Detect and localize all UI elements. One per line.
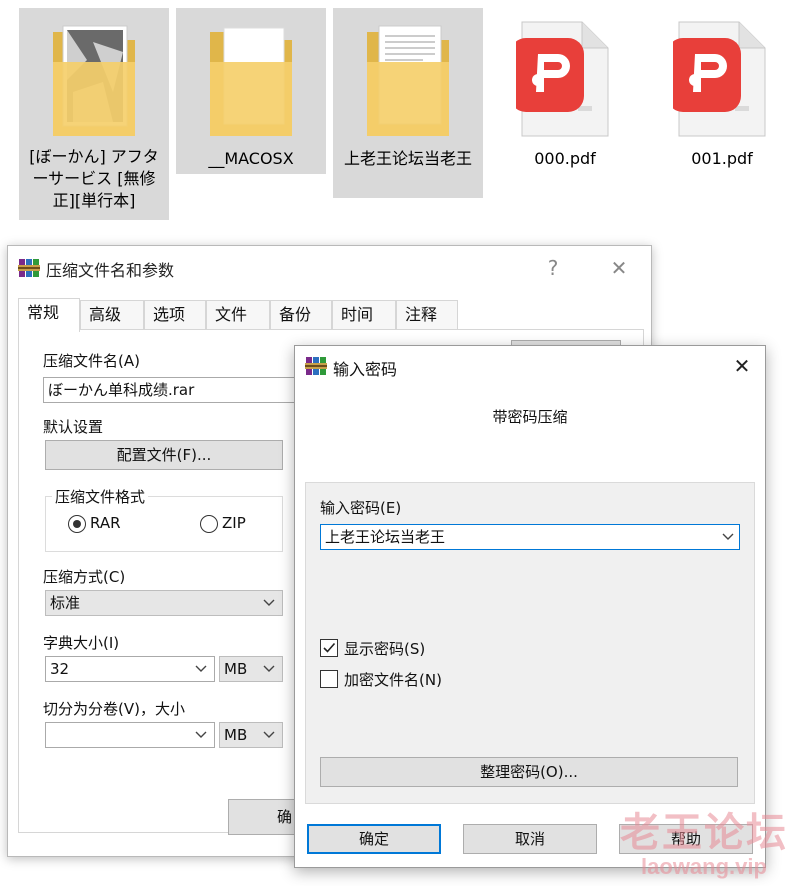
- pdf-icon: [516, 21, 609, 137]
- file-label: 000.pdf: [534, 149, 596, 168]
- radio-selected-dot: [73, 520, 81, 528]
- chevron-down-icon: [195, 731, 207, 738]
- dict-size-select[interactable]: 32: [45, 656, 215, 682]
- cancel-button[interactable]: 取消: [463, 824, 597, 854]
- help-button[interactable]: 帮助: [619, 824, 753, 854]
- file-item-folder-2[interactable]: __MACOSX: [176, 8, 326, 174]
- profiles-button[interactable]: 配置文件(F)...: [45, 440, 283, 470]
- organize-passwords-button[interactable]: 整理密码(O)...: [320, 757, 738, 787]
- pdf-icon: [673, 21, 766, 137]
- tab-advanced[interactable]: 高级: [80, 300, 144, 330]
- file-item-pdf-2[interactable]: 001.pdf: [647, 8, 797, 198]
- split-size-select[interactable]: [45, 722, 215, 748]
- file-label: 上老王论坛当老王: [343, 149, 472, 168]
- folder-icon: [53, 25, 135, 136]
- chevron-down-icon: [263, 665, 275, 672]
- winrar-app-icon: [18, 259, 40, 277]
- tab-time[interactable]: 时间: [332, 300, 396, 330]
- tab-general[interactable]: 常规: [18, 298, 80, 332]
- dict-size-value: 32: [50, 660, 70, 678]
- tab-backup[interactable]: 备份: [270, 300, 332, 330]
- encrypt-filenames-checkbox[interactable]: [320, 670, 338, 688]
- winrar-app-icon: [305, 357, 327, 375]
- password-dialog-subtitle: 带密码压缩: [492, 408, 568, 426]
- chevron-down-icon: [263, 731, 275, 738]
- archive-dialog-title: 压缩文件名和参数: [46, 261, 175, 280]
- archive-dialog-titlebar[interactable]: 压缩文件名和参数 ? ✕: [8, 246, 651, 290]
- password-dialog-title: 输入密码: [333, 360, 398, 379]
- password-dialog: 输入密码 ✕ 带密码压缩 输入密码(E) 上老王论坛当老王 显示密码(S) 加密…: [294, 345, 766, 868]
- archive-name-label: 压缩文件名(A): [43, 352, 140, 370]
- encrypt-filenames-label[interactable]: 加密文件名(N): [344, 669, 442, 690]
- format-groupbox: 压缩文件格式 RAR ZIP: [45, 486, 283, 552]
- method-label: 压缩方式(C): [43, 568, 126, 586]
- split-label: 切分为分卷(V)，大小: [43, 700, 185, 718]
- file-label: [ぼーかん] アフターサービス [無修正][単行本]: [29, 147, 159, 210]
- rar-radio-label[interactable]: RAR: [90, 514, 121, 532]
- split-unit-value: MB: [224, 726, 248, 744]
- close-icon[interactable]: ✕: [604, 254, 634, 282]
- dict-unit-value: MB: [224, 660, 248, 678]
- help-icon[interactable]: ?: [538, 254, 568, 282]
- checkmark-icon: [323, 642, 336, 653]
- chevron-down-icon: [195, 665, 207, 672]
- chevron-down-icon: [263, 599, 275, 606]
- close-icon[interactable]: ✕: [727, 352, 757, 380]
- tab-files[interactable]: 文件: [206, 300, 270, 330]
- method-select[interactable]: 标准: [45, 590, 283, 616]
- method-value: 标准: [50, 594, 81, 612]
- file-item-folder-1[interactable]: [ぼーかん] アフターサービス [無修正][単行本]: [19, 8, 169, 220]
- file-item-folder-3[interactable]: 上老王论坛当老王: [333, 8, 483, 198]
- format-group-title: 压缩文件格式: [52, 486, 149, 507]
- file-label: __MACOSX: [208, 149, 294, 168]
- tab-comment[interactable]: 注释: [396, 300, 458, 330]
- password-input[interactable]: 上老王论坛当老王: [320, 524, 740, 550]
- zip-radio[interactable]: [200, 515, 218, 533]
- file-item-pdf-1[interactable]: 000.pdf: [490, 8, 640, 198]
- dict-label: 字典大小(I): [43, 634, 120, 652]
- ok-button[interactable]: 确定: [307, 824, 441, 854]
- show-password-label[interactable]: 显示密码(S): [344, 638, 425, 659]
- chevron-down-icon[interactable]: [721, 525, 735, 549]
- tab-options[interactable]: 选项: [144, 300, 206, 330]
- dict-unit-select[interactable]: MB: [219, 656, 283, 682]
- folder-icon: [367, 25, 449, 136]
- rar-radio[interactable]: [68, 515, 86, 533]
- password-value: 上老王论坛当老王: [325, 528, 446, 546]
- file-label: 001.pdf: [691, 149, 753, 168]
- show-password-checkbox[interactable]: [320, 639, 338, 657]
- password-panel: 输入密码(E) 上老王论坛当老王 显示密码(S) 加密文件名(N) 整理密码(O…: [305, 482, 755, 804]
- folder-icon: [210, 27, 292, 136]
- enter-password-label: 输入密码(E): [320, 499, 402, 517]
- default-settings-label: 默认设置: [43, 418, 104, 436]
- zip-radio-label[interactable]: ZIP: [222, 514, 246, 532]
- split-unit-select[interactable]: MB: [219, 722, 283, 748]
